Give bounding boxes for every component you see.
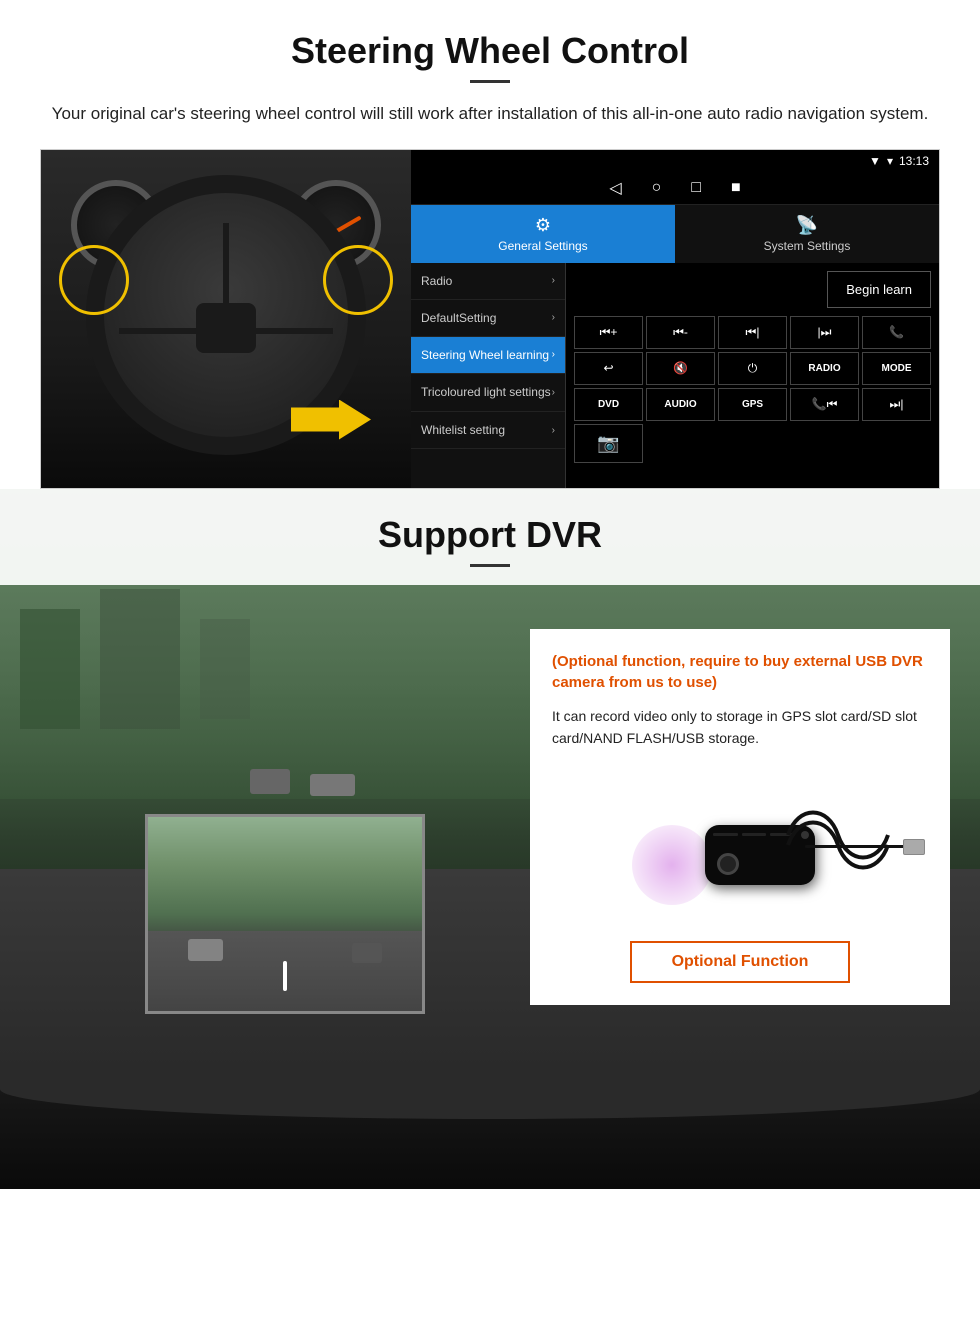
menu-item-default-setting[interactable]: DefaultSetting › (411, 300, 565, 337)
settings-menu-list: Radio › DefaultSetting › Steering Wheel … (411, 263, 566, 488)
android-menu: Radio › DefaultSetting › Steering Wheel … (411, 263, 939, 488)
title-divider (470, 80, 510, 83)
sw-control-highlight-left (59, 245, 129, 315)
general-settings-icon: ⚙ (535, 215, 551, 236)
ctrl-mute[interactable]: 🔇 (646, 352, 715, 385)
steering-section: Steering Wheel Control Your original car… (0, 0, 980, 489)
steering-title: Steering Wheel Control (40, 30, 940, 72)
sw-spoke-right (243, 328, 333, 334)
dvr-title-divider (470, 564, 510, 567)
dvr-title: Support DVR (40, 514, 940, 556)
tab-general-label: General Settings (498, 239, 587, 253)
ctrl-next-alt[interactable]: ⏭| (862, 388, 931, 421)
dvr-info-card: (Optional function, require to buy exter… (530, 629, 950, 1006)
ctrl-power[interactable]: ⏻ (718, 352, 787, 385)
sw-control-highlight-right (323, 245, 393, 315)
tab-general-settings[interactable]: ⚙ General Settings (411, 205, 675, 263)
ctrl-phone-prev[interactable]: 📞⏮ (790, 388, 859, 421)
ctrl-radio[interactable]: RADIO (790, 352, 859, 385)
optional-function-button[interactable]: Optional Function (630, 941, 851, 983)
dvr-description-text: It can record video only to storage in G… (552, 705, 928, 750)
chevron-icon-3: › (552, 349, 555, 360)
ctrl-next-track[interactable]: |⏭ (790, 316, 859, 349)
ctrl-dvd[interactable]: DVD (574, 388, 643, 421)
wifi-icon: ▾ (887, 154, 893, 168)
ctrl-vol-up[interactable]: ⏮+ (574, 316, 643, 349)
android-status-bar: ▼ ▾ 13:13 (411, 150, 939, 172)
dvr-optional-text: (Optional function, require to buy exter… (552, 651, 928, 693)
dvr-background-photo: Support DVR (Optional function, require … (0, 489, 980, 1069)
menu-icon[interactable]: ■ (731, 179, 741, 197)
ctrl-phone[interactable]: 📞 (862, 316, 931, 349)
android-tabs: ⚙ General Settings 📡 System Settings (411, 205, 939, 263)
control-buttons-grid: ⏮+ ⏮- ⏮| |⏭ 📞 ↩ 🔇 ⏻ RADIO MODE DVD AUDIO… (574, 316, 931, 463)
steering-photo (41, 150, 411, 489)
dvr-section: Support DVR (Optional function, require … (0, 489, 980, 1189)
tab-system-settings[interactable]: 📡 System Settings (675, 205, 939, 263)
sw-center-hub (196, 303, 256, 353)
dvr-thumbnail-image (145, 814, 425, 1014)
dvr-optional-button-wrap: Optional Function (552, 941, 928, 983)
ctrl-mode[interactable]: MODE (862, 352, 931, 385)
status-time: 13:13 (899, 154, 929, 168)
begin-learn-row: Begin learn (574, 271, 931, 308)
ctrl-prev-track[interactable]: ⏮| (718, 316, 787, 349)
dvr-thumb-road-line (283, 961, 287, 991)
dvr-title-wrap: Support DVR (0, 489, 980, 585)
ctrl-gps[interactable]: GPS (718, 388, 787, 421)
ctrl-camera[interactable]: 📷 (574, 424, 643, 463)
home-icon[interactable]: ○ (652, 179, 662, 197)
ctrl-back[interactable]: ↩ (574, 352, 643, 385)
android-ui-panel: ▼ ▾ 13:13 ◁ ○ □ ■ ⚙ General Settings 📡 S… (411, 150, 939, 488)
ctrl-vol-down[interactable]: ⏮- (646, 316, 715, 349)
menu-item-tricoloured[interactable]: Tricoloured light settings › (411, 374, 565, 413)
chevron-icon: › (552, 275, 555, 286)
android-nav-bar: ◁ ○ □ ■ (411, 172, 939, 205)
car-dashboard-bottom (0, 1069, 980, 1189)
menu-content-area: Begin learn ⏮+ ⏮- ⏮| |⏭ 📞 ↩ 🔇 ⏻ RADIO MO… (566, 263, 939, 488)
begin-learn-button[interactable]: Begin learn (827, 271, 931, 308)
recents-icon[interactable]: □ (691, 179, 701, 197)
chevron-icon-4: › (552, 387, 555, 398)
signal-icon: ▼ (869, 154, 881, 168)
system-settings-icon: 📡 (796, 215, 818, 236)
chevron-icon-2: › (552, 312, 555, 323)
dash-curve (0, 1069, 980, 1119)
steering-description: Your original car's steering wheel contr… (40, 101, 940, 127)
ctrl-audio[interactable]: AUDIO (646, 388, 715, 421)
steering-screenshot: ▼ ▾ 13:13 ◁ ○ □ ■ ⚙ General Settings 📡 S… (40, 149, 940, 489)
menu-item-radio[interactable]: Radio › (411, 263, 565, 300)
tab-system-label: System Settings (764, 239, 851, 253)
dvr-device-illustration (552, 765, 928, 925)
back-icon[interactable]: ◁ (609, 178, 621, 198)
menu-item-steering-wheel[interactable]: Steering Wheel learning › (411, 337, 565, 374)
chevron-icon-5: › (552, 425, 555, 436)
menu-item-whitelist[interactable]: Whitelist setting › (411, 412, 565, 449)
